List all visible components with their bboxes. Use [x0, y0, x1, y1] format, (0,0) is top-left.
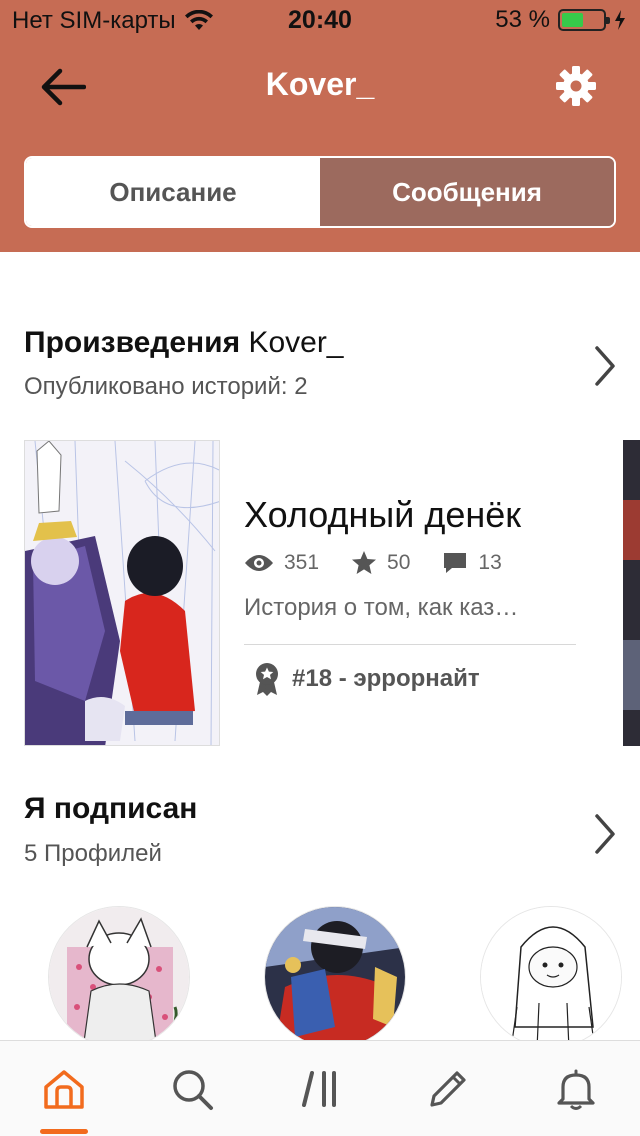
works-section-title[interactable]: Произведения Kover_ — [24, 326, 344, 360]
story-divider — [244, 644, 576, 645]
award-ribbon-icon — [256, 663, 278, 696]
next-cover-illustration — [623, 440, 640, 746]
page-title: Kover_ — [265, 66, 375, 102]
battery-percent: 53 % — [495, 6, 550, 33]
charging-icon — [615, 10, 625, 30]
next-story-cover-peek[interactable] — [623, 440, 640, 746]
rank-number: #18 — [292, 665, 333, 692]
search-icon — [173, 1070, 213, 1110]
following-count: 5 Профилей — [24, 840, 162, 867]
battery-icon — [558, 9, 610, 31]
following-more-button[interactable] — [588, 810, 622, 858]
bell-icon — [557, 1069, 595, 1110]
battery-fill — [562, 13, 583, 27]
home-icon — [44, 1070, 84, 1109]
rank-separator: - — [338, 665, 347, 692]
views-count: 351 — [284, 551, 320, 574]
eye-icon — [245, 555, 273, 571]
avatar[interactable] — [480, 906, 622, 1048]
tab-notifications[interactable] — [512, 1041, 640, 1136]
tab-description[interactable]: Описание — [26, 158, 320, 226]
story-rank[interactable]: #18 - эррорнайт — [254, 662, 480, 696]
works-more-button[interactable] — [588, 342, 622, 390]
tab-library[interactable] — [256, 1041, 384, 1136]
tab-search[interactable] — [128, 1041, 256, 1136]
bottom-tab-bar — [0, 1040, 640, 1136]
profile-segmented-control: Описание Сообщения — [24, 156, 616, 228]
works-author-name: Kover_ — [248, 326, 344, 359]
tab-home[interactable] — [0, 1041, 128, 1136]
active-tab-indicator — [40, 1129, 88, 1134]
avatar[interactable] — [48, 906, 190, 1048]
story-stats: 351 50 13 — [244, 550, 534, 576]
chevron-right-icon — [595, 814, 615, 854]
works-count: Опубликовано историй: 2 — [24, 373, 308, 400]
settings-button[interactable] — [552, 62, 600, 110]
cover-illustration — [25, 441, 219, 745]
avatar[interactable] — [264, 906, 406, 1048]
works-title-label: Произведения — [24, 326, 241, 359]
votes-stat: 50 — [351, 550, 410, 576]
status-bar: Нет SIM-карты 20:40 53 % — [0, 0, 640, 40]
library-icon — [302, 1071, 336, 1107]
avatar-illustration — [481, 907, 621, 1047]
following-section-title[interactable]: Я подписан — [24, 792, 197, 826]
chevron-right-icon — [595, 346, 615, 386]
story-cover[interactable] — [24, 440, 220, 746]
status-right: 53 % — [495, 6, 626, 34]
tab-messages[interactable]: Сообщения — [320, 158, 614, 226]
pencil-icon — [430, 1071, 466, 1107]
views-stat: 351 — [244, 551, 319, 575]
avatar-illustration — [265, 907, 405, 1047]
comments-stat: 13 — [442, 551, 502, 575]
votes-count: 50 — [387, 551, 411, 574]
star-icon — [352, 551, 377, 574]
rank-tag: эррорнайт — [353, 665, 480, 692]
story-description: История о том, как каз… — [244, 594, 519, 621]
comments-count: 13 — [478, 551, 502, 574]
gear-icon — [556, 66, 596, 106]
avatar-illustration — [49, 907, 189, 1047]
profile-header: Kover_ Описание Сообщения — [0, 40, 640, 252]
comment-icon — [444, 553, 467, 573]
story-title[interactable]: Холодный денёк — [244, 494, 521, 536]
following-avatars — [0, 906, 640, 1048]
tab-write[interactable] — [384, 1041, 512, 1136]
